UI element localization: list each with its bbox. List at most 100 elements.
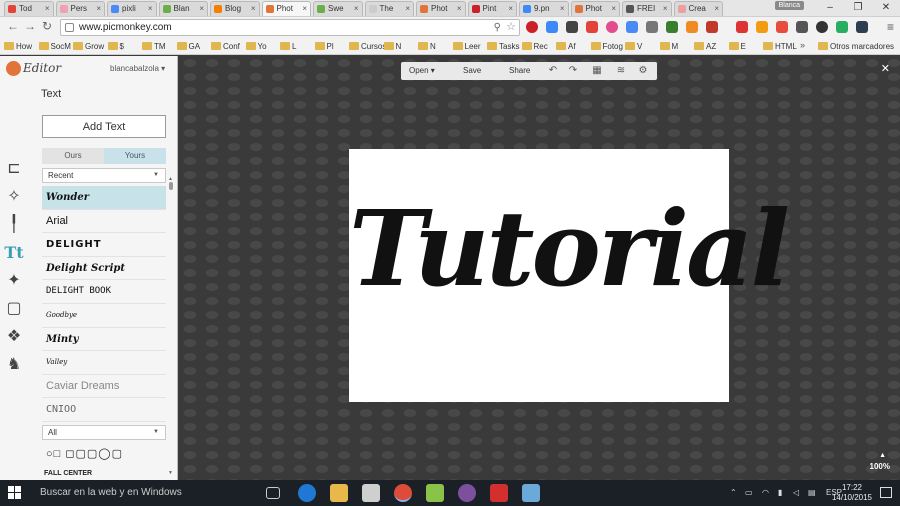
browser-menu-icon[interactable]: ≡	[887, 20, 894, 34]
volume-icon[interactable]: ◁	[793, 480, 799, 506]
font-list-item[interactable]: DELIGHT	[42, 233, 166, 257]
extension-icon-9[interactable]	[686, 21, 698, 33]
bookmark-item[interactable]: How	[4, 41, 32, 52]
acrobat-icon[interactable]	[490, 484, 508, 502]
zoom-level[interactable]: 100%	[870, 462, 890, 471]
frame-shape-swatches[interactable]: ○□ ◻▢▢◯▢	[46, 447, 123, 460]
share-button[interactable]: Share	[509, 62, 530, 80]
bookmark-item[interactable]: Rec	[521, 41, 548, 52]
open-button[interactable]: Open ▾	[409, 62, 435, 80]
minimize-icon[interactable]: –	[816, 0, 844, 16]
extension-icon-13[interactable]	[776, 21, 788, 33]
heart-extension-icon[interactable]	[606, 21, 618, 33]
bookmark-item[interactable]: $	[107, 41, 124, 52]
font-list-item[interactable]: Minty	[42, 328, 166, 352]
font-list-item[interactable]: DELIGHT BOOK	[42, 280, 166, 304]
image-icon[interactable]: ▦	[591, 65, 603, 77]
tab-close-icon[interactable]: ×	[148, 2, 153, 16]
file-explorer-icon[interactable]	[330, 484, 348, 502]
maximize-icon[interactable]: ❐	[844, 0, 872, 16]
font-list-item[interactable]: FALL CENTER	[44, 470, 92, 477]
tab-close-icon[interactable]: ×	[611, 2, 616, 16]
redo-icon[interactable]: ↷	[567, 65, 579, 77]
browser-tab[interactable]: Pint ×	[467, 1, 517, 16]
tab-close-icon[interactable]: ×	[508, 2, 513, 16]
extension-icon-7[interactable]	[646, 21, 658, 33]
tab-close-icon[interactable]: ×	[354, 2, 359, 16]
bookmark-item[interactable]: E	[728, 41, 746, 52]
extension-icon-6[interactable]	[626, 21, 638, 33]
bookmark-item[interactable]: Yo	[245, 41, 267, 52]
reload-icon[interactable]: ↻	[40, 19, 54, 33]
font-list-item[interactable]: Delight Script	[42, 257, 166, 281]
cat-icon[interactable]: ♞	[4, 355, 24, 375]
font-list-item[interactable]: Valley	[42, 351, 166, 375]
font-list-item[interactable]: Arial	[42, 210, 166, 234]
scroll-down-icon[interactable]: ▼	[168, 470, 173, 476]
bookmark-item[interactable]: N	[418, 41, 436, 52]
keyboard-icon[interactable]: ▤	[808, 480, 816, 506]
tab-yours[interactable]: Yours	[104, 148, 166, 164]
undo-icon[interactable]: ↶	[547, 65, 559, 77]
panel-scrollbar[interactable]: ▲ ▼	[168, 176, 175, 476]
eyedropper-extension-icon[interactable]	[566, 21, 578, 33]
font-list-item[interactable]: Caviar Dreams	[42, 375, 166, 399]
bookmark-item[interactable]: SocM	[38, 41, 71, 52]
bookmark-item[interactable]: Leer	[452, 41, 481, 52]
tab-close-icon[interactable]: ×	[663, 2, 668, 16]
add-text-button[interactable]: Add Text	[42, 115, 166, 138]
canvas-text-layer[interactable]: Tutorial	[349, 189, 790, 309]
taskbar-search-input[interactable]: Buscar en la web y en Windows	[30, 480, 258, 506]
extension-icon-4[interactable]	[586, 21, 598, 33]
viber-icon[interactable]	[458, 484, 476, 502]
browser-tab[interactable]: FREI ×	[622, 1, 672, 16]
task-view-icon[interactable]	[266, 487, 280, 499]
browser-tab[interactable]: Crea ×	[673, 1, 723, 16]
browser-tab[interactable]: Blan ×	[158, 1, 208, 16]
store-icon[interactable]	[362, 484, 380, 502]
extension-icon-15[interactable]	[816, 21, 828, 33]
bookmark-item[interactable]: Tasks	[487, 41, 519, 52]
zoom-up-icon[interactable]: ▲	[879, 452, 886, 459]
extension-icon-10[interactable]	[706, 21, 718, 33]
tray-expand-icon[interactable]: ⌃	[730, 480, 737, 506]
browser-tab[interactable]: The ×	[364, 1, 414, 16]
close-window-icon[interactable]: ✕	[872, 0, 900, 16]
extension-icon-16[interactable]	[836, 21, 848, 33]
bookmark-item[interactable]: Fotog	[590, 41, 623, 52]
font-filter-select[interactable]: Recent ▼	[42, 168, 166, 183]
extension-icon-17[interactable]	[856, 21, 868, 33]
magic-wand-icon[interactable]: ✧	[4, 187, 24, 207]
browser-tab[interactable]: Swe ×	[313, 1, 363, 16]
tab-close-icon[interactable]: ×	[96, 2, 101, 16]
search-icon[interactable]: ⚲	[494, 20, 501, 35]
extension-icon-11[interactable]	[736, 21, 748, 33]
canvas-image[interactable]: Tutorial	[349, 149, 790, 402]
app-grid-icon[interactable]	[426, 484, 444, 502]
windows-start-icon[interactable]	[8, 486, 22, 500]
wifi-icon[interactable]: ◠	[762, 480, 769, 506]
bookmark-item[interactable]: GA	[176, 41, 200, 52]
tab-close-icon[interactable]: ×	[199, 2, 204, 16]
tray-app-icon[interactable]: ▭	[745, 480, 753, 506]
chrome-icon[interactable]	[394, 484, 412, 502]
tab-close-icon[interactable]: ×	[251, 2, 256, 16]
browser-tab[interactable]: pixli ×	[107, 1, 157, 16]
battery-icon[interactable]: ▮	[778, 480, 782, 506]
text-tool-icon[interactable]: Tt	[4, 243, 24, 263]
bookmark-item[interactable]: Af	[556, 41, 576, 52]
notifications-icon[interactable]	[880, 487, 892, 498]
font-list-item[interactable]: CNIOO	[42, 398, 166, 422]
browser-tab[interactable]: Pers ×	[55, 1, 105, 16]
back-icon[interactable]: ←	[6, 19, 20, 33]
bookmark-item[interactable]: M	[659, 41, 678, 52]
edge-icon[interactable]	[298, 484, 316, 502]
browser-tab[interactable]: Tod ×	[4, 1, 54, 16]
tab-close-icon[interactable]: ×	[45, 2, 50, 16]
settings-gear-icon[interactable]: ⚙	[637, 65, 649, 77]
scroll-thumb[interactable]	[169, 182, 173, 190]
paint-brush-icon[interactable]: ╿	[4, 215, 24, 235]
bookmarks-more-icon[interactable]: »	[800, 40, 805, 50]
pinterest-extension-icon[interactable]	[526, 21, 538, 33]
browser-tab[interactable]: Phot ×	[416, 1, 466, 16]
